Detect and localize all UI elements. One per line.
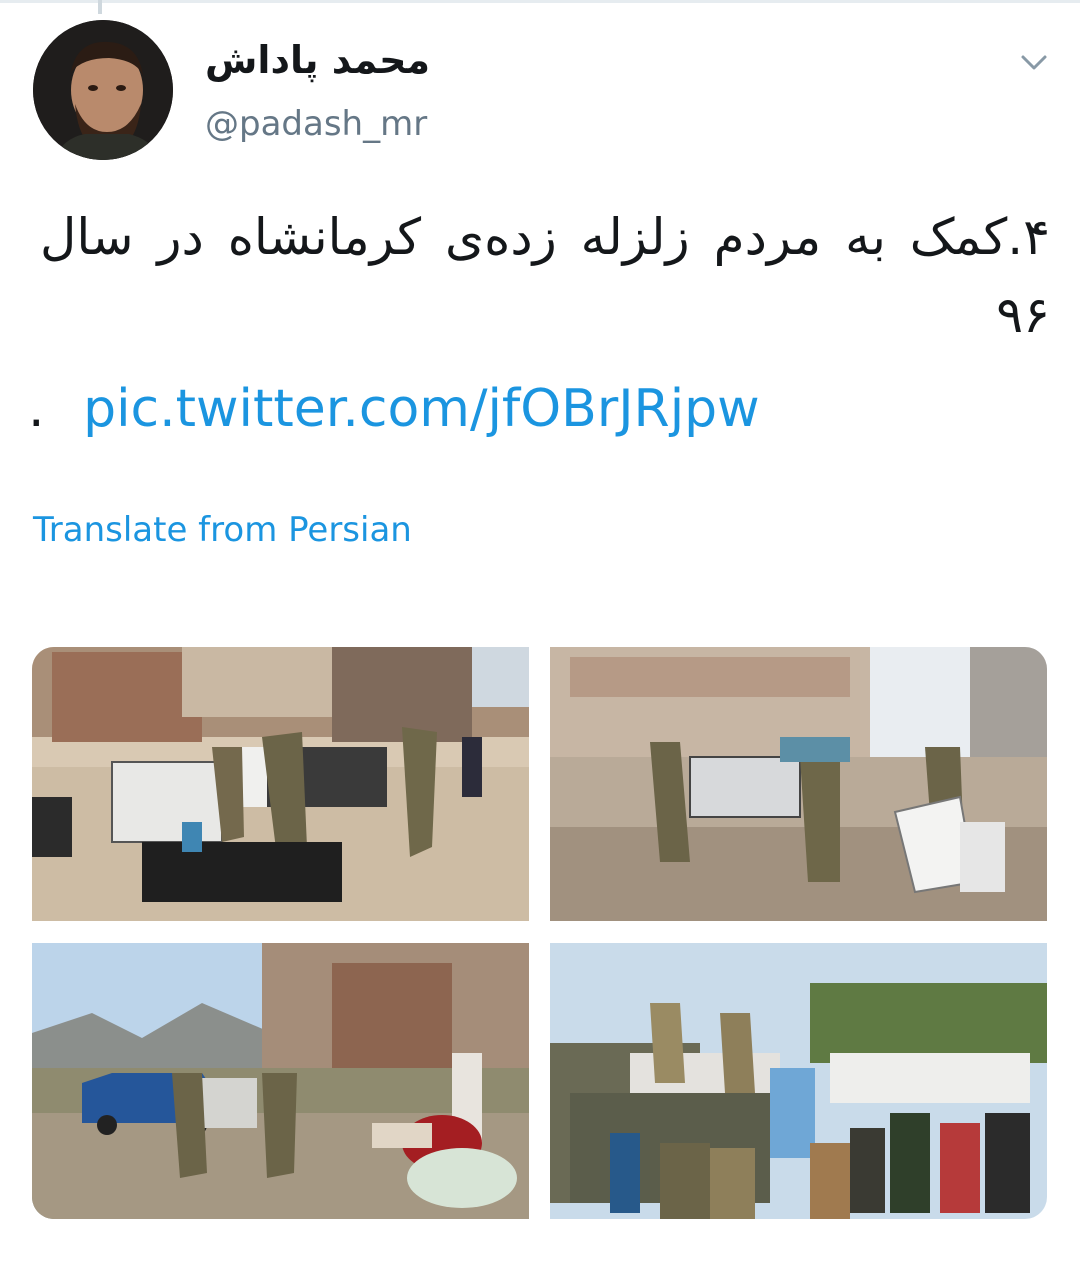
tweet-photo-3[interactable] <box>32 943 529 1219</box>
chevron-down-icon[interactable] <box>1014 42 1054 82</box>
media-grid <box>32 647 1047 1219</box>
display-name[interactable]: محمد پاداش <box>205 38 430 82</box>
tweet-photo-2[interactable] <box>550 647 1047 921</box>
tweet-photo-4[interactable] <box>550 943 1047 1219</box>
thread-line <box>98 0 102 14</box>
tweet-media-link[interactable]: pic.twitter.com/jfOBrJRjpw <box>83 379 760 439</box>
avatar-image <box>33 20 173 160</box>
tweet-photo-1[interactable] <box>32 647 529 921</box>
tweet-link-row: . pic.twitter.com/jfOBrJRjpw <box>28 370 760 448</box>
trailing-dot: . <box>28 379 45 439</box>
translate-button[interactable]: Translate from Persian <box>33 510 412 550</box>
tweet-text: ۴.کمک به مردم زلزله زده‌ی کرمانشاه در سا… <box>40 208 1050 344</box>
avatar[interactable] <box>33 20 173 160</box>
top-divider <box>0 0 1080 3</box>
user-handle[interactable]: @padash_mr <box>205 104 427 144</box>
